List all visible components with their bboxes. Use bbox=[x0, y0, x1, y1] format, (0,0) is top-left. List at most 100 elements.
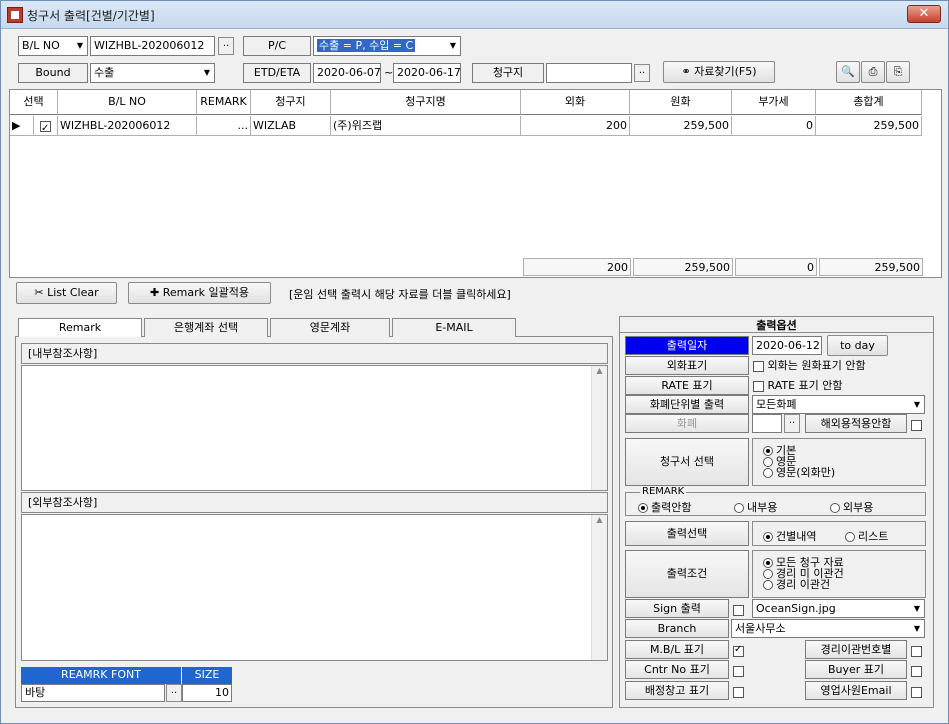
currency2-browse-button[interactable]: .. bbox=[784, 414, 800, 433]
currency2-input[interactable] bbox=[752, 414, 782, 433]
overseas-label: 해외용적용안함 bbox=[805, 414, 907, 433]
transfer-no-label: 경리이관번호별 bbox=[805, 640, 907, 659]
bl-type-select[interactable]: B/L NO ▼ bbox=[18, 36, 88, 56]
col-header-select[interactable]: 선택 bbox=[10, 90, 58, 115]
cntr-label: Cntr No 표기 bbox=[625, 660, 729, 679]
col-header-won[interactable]: 원화 bbox=[630, 90, 732, 115]
preview-button[interactable]: 🔍 bbox=[836, 61, 860, 83]
remark-group-label: REMARK bbox=[640, 486, 687, 497]
hint-text: [운임 선택 출력시 해당 자료를 더블 클릭하세요] bbox=[289, 288, 511, 301]
rate-checkbox[interactable]: RATE 표기 안함 bbox=[753, 377, 843, 393]
scrollbar[interactable]: ▲ bbox=[591, 515, 607, 660]
col-header-billto[interactable]: 청구지 bbox=[251, 90, 331, 115]
external-remark-textarea[interactable]: ▲ bbox=[21, 514, 608, 661]
print-preview-icon: 🔍 bbox=[841, 65, 855, 78]
radio-icon bbox=[763, 468, 773, 478]
col-header-billto-name[interactable]: 청구지명 bbox=[331, 90, 521, 115]
condition-radio-group: 모든 청구 자료 경리 미 이관건 경리 이관건 bbox=[752, 550, 926, 598]
tab-remark[interactable]: Remark bbox=[18, 318, 142, 337]
checkbox-icon bbox=[733, 604, 744, 616]
radio-remark-none[interactable]: 출력안함 bbox=[638, 499, 691, 515]
list-clear-button[interactable]: ✂ List Clear bbox=[16, 282, 117, 304]
currency2-label: 화폐 bbox=[625, 414, 749, 433]
tab-bank-account[interactable]: 은행계좌 선택 bbox=[144, 318, 268, 337]
checkbox-icon bbox=[753, 380, 764, 392]
radio-remark-internal[interactable]: 내부용 bbox=[734, 499, 777, 515]
sign-checkbox[interactable] bbox=[733, 603, 744, 616]
warehouse-label: 배정창고 표기 bbox=[625, 681, 729, 700]
pc-select[interactable]: 수출 = P, 수입 = C ▼ bbox=[313, 36, 461, 56]
billto-label: 청구지 bbox=[472, 63, 544, 83]
checkbox-icon bbox=[40, 119, 51, 135]
currency-select[interactable]: 모든화폐 ▼ bbox=[752, 395, 925, 414]
radio-output-detail[interactable]: 건별내역 bbox=[763, 528, 816, 544]
font-input[interactable]: 바탕 bbox=[21, 684, 165, 702]
invoice-print-window: 청구서 출력[건별/기간별] ✕ B/L NO ▼ WIZHBL-2020060… bbox=[0, 0, 949, 724]
row-select-checkbox[interactable] bbox=[34, 116, 58, 136]
currency-label: 화폐단위별 출력 bbox=[625, 395, 749, 414]
col-header-total[interactable]: 총합계 bbox=[816, 90, 922, 115]
radio-icon bbox=[763, 446, 773, 456]
options-title: 출력옵션 bbox=[620, 317, 933, 333]
radio-icon bbox=[763, 580, 773, 590]
transfer-no-checkbox[interactable] bbox=[911, 644, 922, 657]
radio-remark-external[interactable]: 외부용 bbox=[830, 499, 873, 515]
cntr-checkbox[interactable] bbox=[733, 664, 744, 677]
radio-icon bbox=[763, 457, 773, 467]
radio-icon bbox=[734, 503, 744, 513]
warehouse-checkbox[interactable] bbox=[733, 685, 744, 698]
radio-icon bbox=[638, 503, 648, 513]
row-remark-button[interactable]: ... bbox=[197, 116, 251, 136]
chevron-down-icon: ▼ bbox=[73, 37, 87, 55]
print-date-input[interactable]: 2020-06-12 bbox=[752, 336, 822, 355]
today-button[interactable]: to day bbox=[827, 335, 888, 356]
print-batch-button[interactable]: ⎘ bbox=[886, 61, 910, 83]
tab-english-account[interactable]: 영문계좌 bbox=[270, 318, 390, 337]
remark-bulk-button[interactable]: ✚ Remark 일괄적용 bbox=[128, 282, 271, 304]
font-browse-button[interactable]: .. bbox=[166, 684, 182, 702]
internal-remark-label: [내부참조사항] bbox=[21, 343, 608, 364]
radio-output-detail-label: 건별내역 bbox=[776, 530, 817, 543]
bl-number-input[interactable]: WIZHBL-202006012 bbox=[90, 36, 215, 56]
print-button[interactable]: ⎙ bbox=[861, 61, 885, 83]
search-button[interactable]: ⚭ 자료찾기(F5) bbox=[663, 61, 775, 83]
col-header-foreign[interactable]: 외화 bbox=[521, 90, 630, 115]
bl-browse-button[interactable]: .. bbox=[218, 37, 234, 55]
billto-input[interactable] bbox=[546, 63, 632, 83]
sales-email-label: 영업사원Email bbox=[805, 681, 907, 700]
col-header-vat[interactable]: 부가세 bbox=[732, 90, 816, 115]
output-condition-label: 출력조건 bbox=[625, 550, 749, 598]
date-to-input[interactable]: 2020-06-17 bbox=[393, 63, 461, 83]
radio-remark-internal-label: 내부용 bbox=[747, 501, 778, 514]
radio-output-list[interactable]: 리스트 bbox=[845, 528, 888, 544]
mbl-label: M.B/L 표기 bbox=[625, 640, 729, 659]
foreign-checkbox[interactable]: 외화는 원화표기 안함 bbox=[753, 357, 866, 373]
branch-select[interactable]: 서울사무소 ▼ bbox=[731, 619, 925, 638]
radio-invoice-english-foreign[interactable]: 영문(외화만) bbox=[763, 467, 925, 478]
billto-browse-button[interactable]: .. bbox=[634, 64, 650, 82]
bound-select[interactable]: 수출 ▼ bbox=[90, 63, 215, 83]
radio-remark-external-label: 외부용 bbox=[843, 501, 874, 514]
overseas-checkbox[interactable] bbox=[911, 418, 922, 431]
output-select-label: 출력선택 bbox=[625, 521, 749, 546]
tab-email[interactable]: E-MAIL bbox=[392, 318, 516, 337]
close-button[interactable]: ✕ bbox=[907, 5, 941, 23]
row-indicator: ▶ bbox=[10, 116, 34, 136]
total-foreign: 200 bbox=[523, 258, 631, 276]
checkbox-icon bbox=[911, 645, 922, 657]
size-input[interactable]: 10 bbox=[182, 684, 232, 702]
sales-email-checkbox[interactable] bbox=[911, 685, 922, 698]
binoculars-icon: ⚭ bbox=[681, 65, 695, 78]
sign-select[interactable]: OceanSign.jpg ▼ bbox=[752, 599, 925, 618]
col-header-bl[interactable]: B/L NO bbox=[58, 90, 197, 115]
scrollbar[interactable]: ▲ bbox=[591, 366, 607, 490]
title-bar: 청구서 출력[건별/기간별] ✕ bbox=[1, 1, 948, 29]
col-header-remark[interactable]: REMARK bbox=[197, 90, 251, 115]
internal-remark-textarea[interactable]: ▲ bbox=[21, 365, 608, 491]
mbl-checkbox[interactable] bbox=[733, 644, 744, 657]
chevron-down-icon: ▼ bbox=[910, 396, 924, 413]
buyer-checkbox[interactable] bbox=[911, 664, 922, 677]
multi-printer-icon: ⎘ bbox=[893, 65, 903, 78]
date-from-input[interactable]: 2020-06-07 bbox=[313, 63, 381, 83]
radio-cond-transferred[interactable]: 경리 이관건 bbox=[763, 579, 925, 590]
